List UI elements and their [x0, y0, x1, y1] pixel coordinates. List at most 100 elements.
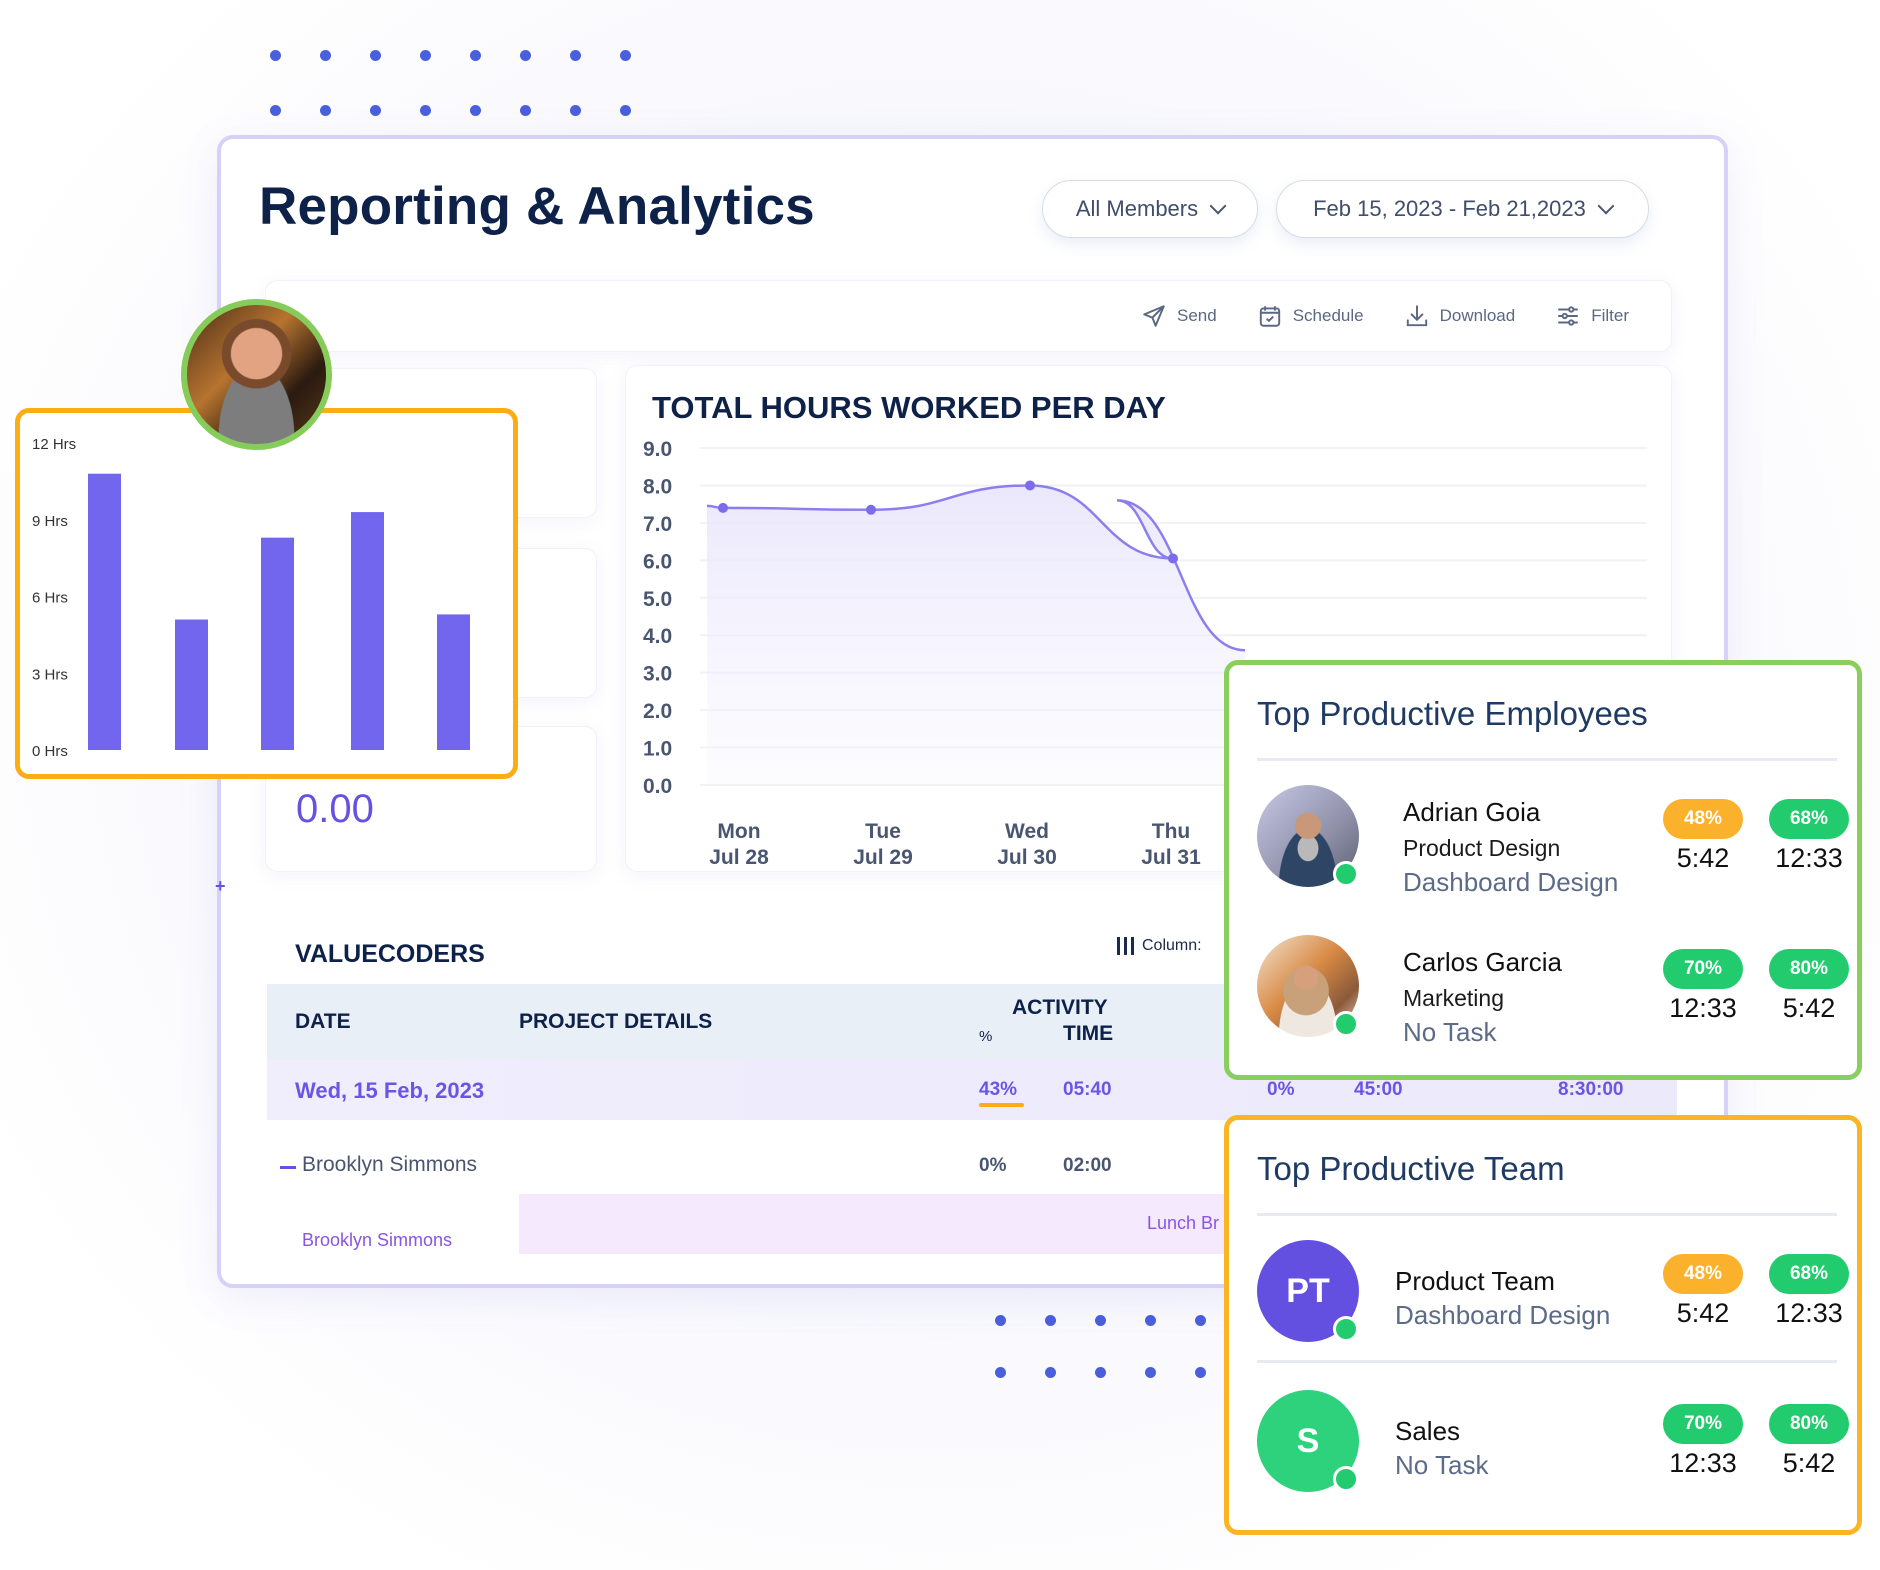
member-name: Brooklyn Simmons [302, 1153, 478, 1176]
schedule-label: Schedule [1292, 306, 1364, 325]
columns-icon [1117, 937, 1134, 955]
decorative-dot [370, 50, 381, 61]
decorative-dot [320, 105, 331, 116]
team-item[interactable]: PT Product Team Dashboard Design 48% 5:4… [1257, 1240, 1849, 1350]
y-tick-label: 2.0 [643, 700, 672, 723]
data-point[interactable] [1168, 553, 1178, 564]
team-name: Product Team [1395, 1266, 1555, 1296]
column-selector-label: Column: [1142, 937, 1202, 954]
decorative-dot [1145, 1367, 1156, 1378]
time-value: 5:42 [1676, 1298, 1730, 1328]
download-icon [1406, 305, 1427, 327]
employee-department: Product Design [1403, 835, 1561, 861]
top-employees-card: Top Productive Employees Adrian Goia Pro… [1224, 660, 1862, 1080]
send-button[interactable]: Send [1141, 303, 1217, 329]
row-date-percent: 43% [979, 1079, 1018, 1100]
line-area [707, 485, 1245, 785]
row-date-total: 8:30:00 [1558, 1079, 1624, 1100]
bar[interactable] [175, 619, 208, 750]
data-point[interactable] [718, 502, 728, 513]
download-label: Download [1439, 306, 1516, 325]
productivity-badge: 68% [1769, 1254, 1849, 1294]
stat-value: 0.00 [296, 787, 374, 831]
productivity-badge: 80% [1769, 949, 1849, 989]
chevron-down-icon [1209, 197, 1227, 215]
productivity-badge: 70% [1663, 1404, 1743, 1444]
productivity-badge: 70% [1663, 949, 1743, 989]
data-point[interactable] [866, 504, 876, 515]
header-percent[interactable]: % [979, 1028, 992, 1045]
x-tick-date: Jul 30 [997, 846, 1057, 869]
decorative-dot [570, 105, 581, 116]
x-tick-day: Mon [717, 820, 760, 843]
decorative-dot [520, 105, 531, 116]
y-tick-label: 8.0 [643, 475, 672, 498]
y-tick-label: 12 Hrs [32, 436, 76, 453]
top-employees-title: Top Productive Employees [1257, 695, 1648, 732]
y-tick-label: 6 Hrs [32, 590, 68, 607]
row-date-time: 05:40 [1063, 1079, 1112, 1100]
team-task: No Task [1395, 1450, 1489, 1480]
filter-button[interactable]: Filter [1555, 303, 1629, 329]
online-status-icon [1333, 1466, 1359, 1492]
user-avatar[interactable] [181, 299, 332, 450]
header-date[interactable]: DATE [295, 1010, 351, 1034]
member-time: 02:00 [1063, 1155, 1112, 1176]
employee-name: Adrian Goia [1403, 797, 1541, 827]
calendar-icon [1259, 306, 1280, 327]
decorative-dot [1045, 1315, 1056, 1326]
download-button[interactable]: Download [1404, 303, 1516, 329]
y-tick-label: 7.0 [643, 513, 672, 536]
bar[interactable] [261, 537, 294, 750]
member-percent: 0% [979, 1155, 1007, 1176]
column-selector-button[interactable]: Column: [1117, 937, 1202, 955]
decorative-dot [270, 50, 281, 61]
decorative-dot [620, 105, 631, 116]
x-tick-date: Jul 29 [853, 846, 913, 869]
employee-item[interactable]: Carlos Garcia Marketing No Task 70% 12:3… [1257, 935, 1849, 1047]
table-title: VALUECODERS [295, 940, 485, 968]
team-item[interactable]: S Sales No Task 70% 12:33 80% 5:42 [1257, 1390, 1849, 1500]
team-name: Sales [1395, 1416, 1461, 1446]
top-team-title: Top Productive Team [1257, 1150, 1565, 1187]
data-point[interactable] [1025, 480, 1035, 491]
online-status-icon [1333, 861, 1359, 887]
bar[interactable] [88, 473, 121, 750]
decorative-dot [520, 50, 531, 61]
decorative-dot [1095, 1315, 1106, 1326]
employee-department: Marketing [1403, 985, 1504, 1011]
productivity-badge: 48% [1663, 799, 1743, 839]
y-tick-label: 0 Hrs [32, 743, 68, 760]
collapse-icon[interactable] [280, 1166, 296, 1169]
decorative-dot [420, 50, 431, 61]
sub-row-name[interactable]: Brooklyn Simmons [302, 1230, 452, 1251]
report-toolbar: Send Schedule Download Filter [265, 280, 1672, 352]
employee-item[interactable]: Adrian Goia Product Design Dashboard Des… [1257, 785, 1849, 897]
time-value: 5:42 [1782, 993, 1836, 1023]
x-tick-date: Jul 28 [709, 846, 769, 869]
plus-icon: + [215, 876, 226, 896]
members-filter-dropdown[interactable]: All Members [1042, 180, 1258, 238]
timeline-bar [519, 1194, 1229, 1254]
decorative-dot [570, 50, 581, 61]
time-value: 12:33 [1669, 993, 1737, 1023]
divider [1257, 1360, 1837, 1363]
schedule-button[interactable]: Schedule [1257, 303, 1364, 329]
bar[interactable] [437, 614, 470, 750]
header-time[interactable]: TIME [1063, 1022, 1113, 1046]
x-tick-day: Tue [865, 820, 901, 843]
top-team-card: Top Productive Team PT Product Team Dash… [1224, 1115, 1862, 1535]
productivity-badge: 48% [1663, 1254, 1743, 1294]
y-tick-label: 3 Hrs [32, 666, 68, 683]
date-range-label: Feb 15, 2023 - Feb 21,2023 [1313, 196, 1586, 221]
header-activity[interactable]: ACTIVITY [1012, 996, 1108, 1020]
header-project-details[interactable]: PROJECT DETAILS [519, 1010, 712, 1034]
decorative-dot [620, 50, 631, 61]
online-status-icon [1333, 1011, 1359, 1037]
decorative-dot [370, 105, 381, 116]
y-tick-label: 0.0 [643, 775, 672, 798]
date-range-dropdown[interactable]: Feb 15, 2023 - Feb 21,2023 [1276, 180, 1649, 238]
bar[interactable] [351, 512, 384, 750]
decorative-dot [995, 1315, 1006, 1326]
y-tick-label: 4.0 [643, 625, 672, 648]
